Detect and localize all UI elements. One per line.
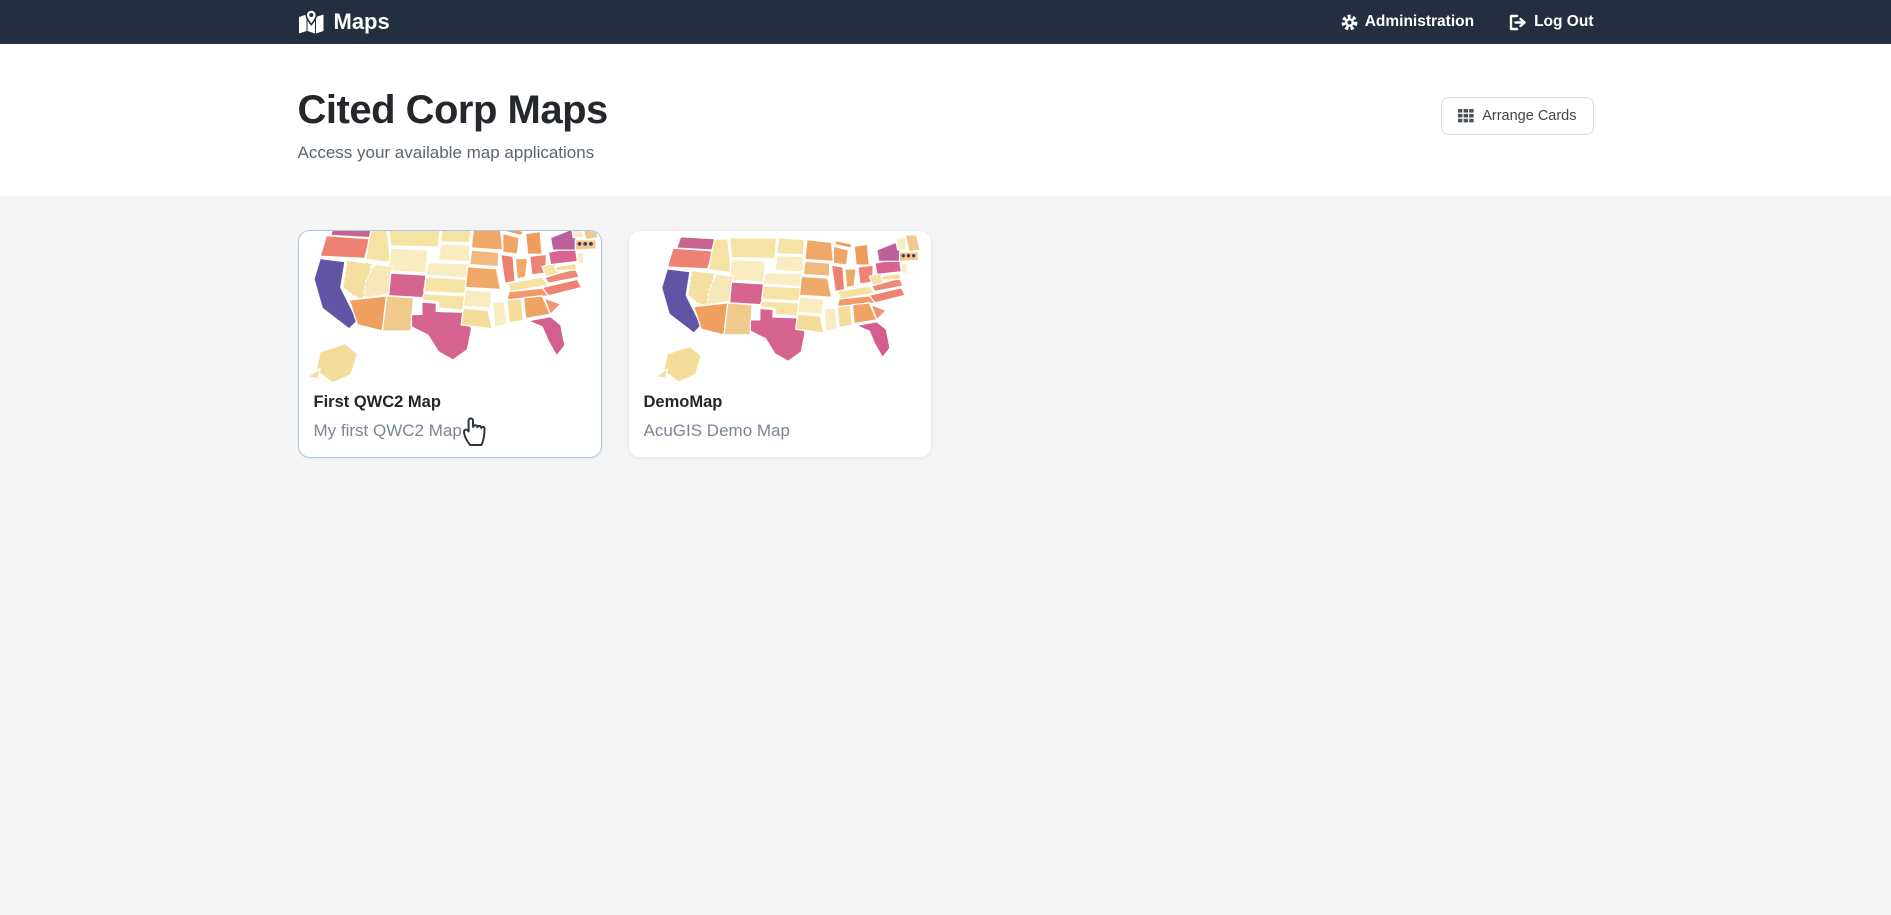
card-subtitle: My first QWC2 Map bbox=[314, 421, 586, 441]
card-body: DemoMap AcuGIS Demo Map bbox=[629, 383, 931, 457]
map-card-first-qwc2[interactable]: First QWC2 Map My first QWC2 Map bbox=[298, 230, 602, 458]
arrange-cards-button[interactable]: Arrange Cards bbox=[1441, 97, 1593, 135]
sign-out-icon bbox=[1508, 14, 1527, 31]
map-card-demomap[interactable]: DemoMap AcuGIS Demo Map bbox=[628, 230, 932, 458]
top-navbar: Maps Administration bbox=[0, 0, 1891, 44]
nav-item-administration[interactable]: Administration bbox=[1341, 13, 1474, 31]
us-choropleth-thumbnail bbox=[299, 231, 601, 383]
card-body: First QWC2 Map My first QWC2 Map bbox=[299, 383, 601, 457]
gear-icon bbox=[1341, 14, 1358, 31]
page-subtitle: Access your available map applications bbox=[298, 143, 608, 163]
nav-item-label: Log Out bbox=[1534, 13, 1593, 31]
nav-item-logout[interactable]: Log Out bbox=[1508, 13, 1593, 31]
page-title: Cited Corp Maps bbox=[298, 86, 608, 134]
card-subtitle: AcuGIS Demo Map bbox=[644, 421, 916, 441]
main-content: First QWC2 Map My first QWC2 Map DemoMap… bbox=[0, 196, 1891, 458]
us-choropleth-thumbnail bbox=[629, 231, 931, 383]
grid-icon bbox=[1458, 109, 1474, 123]
navbar-links: Administration Log Out bbox=[1341, 13, 1594, 31]
map-cards-row: First QWC2 Map My first QWC2 Map DemoMap… bbox=[298, 230, 1594, 458]
card-title: First QWC2 Map bbox=[314, 393, 586, 412]
arrange-cards-label: Arrange Cards bbox=[1482, 108, 1576, 124]
page-header-text: Cited Corp Maps Access your available ma… bbox=[298, 86, 608, 163]
brand-label: Maps bbox=[334, 9, 390, 35]
map-brand-icon bbox=[298, 10, 325, 34]
brand-home-link[interactable]: Maps bbox=[298, 9, 390, 35]
page-header: Cited Corp Maps Access your available ma… bbox=[0, 44, 1891, 196]
nav-item-label: Administration bbox=[1365, 13, 1474, 31]
card-title: DemoMap bbox=[644, 393, 916, 412]
